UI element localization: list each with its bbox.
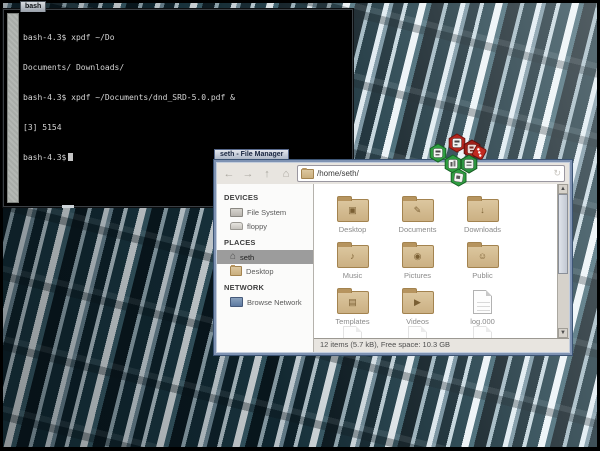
up-button[interactable]: ↑ xyxy=(259,166,275,182)
folder-icon: ↓ xyxy=(467,199,499,222)
templates-emblem-icon: ▤ xyxy=(348,298,357,307)
forward-button[interactable]: → xyxy=(240,166,256,182)
file-label: Music xyxy=(343,271,363,280)
status-bar: 12 items (5.7 kB), Free space: 10.3 GB xyxy=(314,338,569,352)
back-button[interactable]: ← xyxy=(221,166,237,182)
file-label: Public xyxy=(472,271,492,280)
floppy-icon xyxy=(230,222,243,230)
file-item-downloads[interactable]: ↓ Downloads xyxy=(450,188,515,234)
file-item-desktop[interactable]: ▣ Desktop xyxy=(320,188,385,234)
dice-cluster[interactable] xyxy=(427,133,493,191)
file-label: Videos xyxy=(406,317,429,326)
folder-icon: ▣ xyxy=(337,199,369,222)
sidebar: DEVICES File System floppy PLACES ⌂ seth… xyxy=(217,184,314,352)
terminal-cursor xyxy=(68,153,73,161)
network-icon xyxy=(230,297,243,307)
file-label: Pictures xyxy=(404,271,431,280)
file-grid: ▣ Desktop ✎ Documents ↓ Downloads ♪ xyxy=(320,188,520,326)
files-scrollbar[interactable]: ▲ ▼ xyxy=(557,184,569,338)
sidebar-item-label: seth xyxy=(240,253,254,262)
sidebar-item-label: Desktop xyxy=(246,267,274,276)
folder-icon: ◉ xyxy=(402,245,434,268)
desktop: bash bash-4.3$ xpdf ~/Do Documents/ Down… xyxy=(0,0,600,451)
scrollbar-thumb[interactable] xyxy=(558,194,568,274)
files-column: ▣ Desktop ✎ Documents ↓ Downloads ♪ xyxy=(314,184,569,352)
sidebar-item-seth[interactable]: ⌂ seth xyxy=(217,250,313,264)
file-item-videos[interactable]: ▶ Videos xyxy=(385,280,450,326)
home-icon: ⌂ xyxy=(230,252,236,262)
videos-emblem-icon: ▶ xyxy=(414,298,421,307)
partially-visible-file-row xyxy=(320,326,520,338)
drive-icon xyxy=(230,208,243,217)
green-die-icon xyxy=(461,155,477,173)
terminal-scrollbar[interactable] xyxy=(7,13,19,203)
scroll-up-icon[interactable]: ▲ xyxy=(558,184,568,194)
folder-icon: ☺ xyxy=(467,245,499,268)
red-die-icon xyxy=(449,134,465,152)
terminal-line: Documents/ Downloads/ xyxy=(23,63,349,73)
file-item-templates[interactable]: ▤ Templates xyxy=(320,280,385,326)
document-icon xyxy=(473,326,492,338)
sidebar-item-label: File System xyxy=(247,208,286,217)
home-button[interactable]: ⌂ xyxy=(278,166,294,182)
file-manager-toolbar: ← → ↑ ⌂ /home/seth/ ↻ xyxy=(217,163,569,184)
file-label: Templates xyxy=(335,317,369,326)
terminal-resize-grip[interactable] xyxy=(62,205,74,208)
path-folder-icon xyxy=(301,169,314,179)
sidebar-item-floppy[interactable]: floppy xyxy=(217,219,313,233)
files-panel[interactable]: ▣ Desktop ✎ Documents ↓ Downloads ♪ xyxy=(314,184,569,338)
sidebar-heading-places: PLACES xyxy=(224,238,313,247)
folder-icon: ▤ xyxy=(337,291,369,314)
file-manager-content: DEVICES File System floppy PLACES ⌂ seth… xyxy=(217,184,569,352)
file-item-documents[interactable]: ✎ Documents xyxy=(385,188,450,234)
sidebar-item-desktop[interactable]: Desktop xyxy=(217,264,313,278)
terminal-line: bash-4.3$ xpdf ~/Do xyxy=(23,33,349,43)
scroll-down-icon[interactable]: ▼ xyxy=(558,328,568,338)
sidebar-item-browse-network[interactable]: Browse Network xyxy=(217,295,313,309)
folder-icon: ✎ xyxy=(402,199,434,222)
file-item-music[interactable]: ♪ Music xyxy=(320,234,385,280)
documents-emblem-icon: ✎ xyxy=(414,206,422,215)
terminal-line: [3] 5154 xyxy=(23,123,349,133)
file-item-log[interactable]: log.000 xyxy=(450,280,515,326)
folder-icon: ♪ xyxy=(337,245,369,268)
file-item-pictures[interactable]: ◉ Pictures xyxy=(385,234,450,280)
sidebar-item-label: floppy xyxy=(247,222,267,231)
file-label: log.000 xyxy=(470,317,495,326)
downloads-emblem-icon: ↓ xyxy=(480,206,485,215)
reload-icon[interactable]: ↻ xyxy=(553,168,561,179)
sidebar-heading-network: NETWORK xyxy=(224,283,313,292)
file-item-public[interactable]: ☺ Public xyxy=(450,234,515,280)
music-emblem-icon: ♪ xyxy=(350,252,355,261)
sidebar-heading-devices: DEVICES xyxy=(224,193,313,202)
folder-icon xyxy=(230,266,242,276)
file-label: Downloads xyxy=(464,225,501,234)
file-label: Documents xyxy=(399,225,437,234)
document-icon xyxy=(408,326,427,338)
green-die-icon xyxy=(430,144,446,162)
folder-icon: ▶ xyxy=(402,291,434,314)
file-label: Desktop xyxy=(339,225,367,234)
desktop-emblem-icon: ▣ xyxy=(348,206,357,215)
sidebar-item-label: Browse Network xyxy=(247,298,302,307)
public-emblem-icon: ☺ xyxy=(478,252,487,261)
pictures-emblem-icon: ◉ xyxy=(414,252,422,261)
terminal-line: bash-4.3$ xpdf ~/Documents/dnd_SRD-5.0.p… xyxy=(23,93,349,103)
document-icon xyxy=(473,290,492,314)
green-die-icon xyxy=(451,169,466,186)
terminal-titlebar[interactable]: bash xyxy=(20,1,46,12)
file-manager-window: ← → ↑ ⌂ /home/seth/ ↻ DEVICES File Syste… xyxy=(214,160,572,355)
sidebar-item-file-system[interactable]: File System xyxy=(217,205,313,219)
document-icon xyxy=(343,326,362,338)
